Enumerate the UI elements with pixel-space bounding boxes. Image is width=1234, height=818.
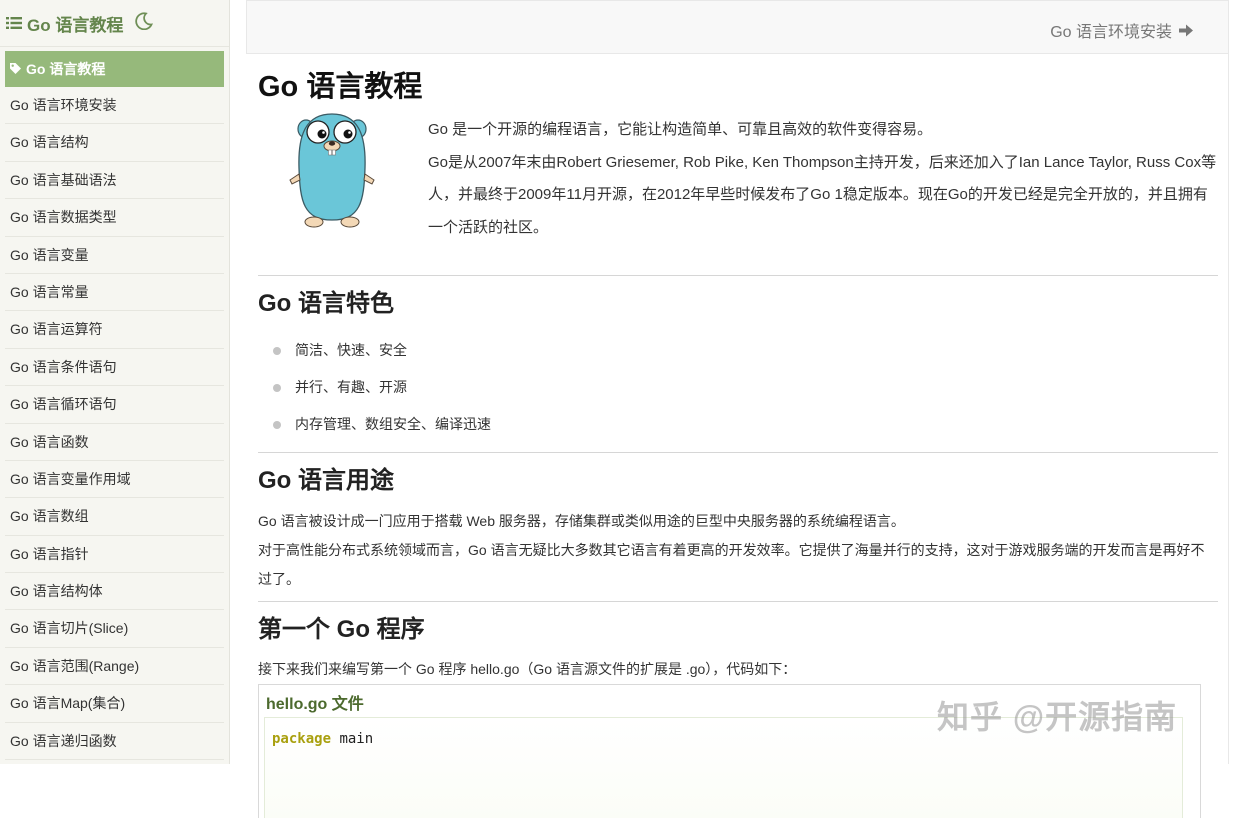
sidebar: Go 语言教程 Go 语言教程 Go 语言环境安装 Go 语言结构 Go 语言基… <box>0 0 230 764</box>
list-item: 并行、有趣、开源 <box>258 369 1218 406</box>
intro-paragraph: Go是从2007年末由Robert Griesemer, Rob Pike, K… <box>428 153 1217 236</box>
sidebar-item-label: Go 语言范围(Range) <box>10 657 140 674</box>
sidebar-item-basic-syntax[interactable]: Go 语言基础语法 <box>5 162 224 200</box>
divider <box>258 601 1218 602</box>
usage-paragraph: Go 语言被设计成一门应用于搭载 Web 服务器，存储集群或类似用途的巨型中央服… <box>258 513 905 529</box>
usage-paragraph: 对于高性能分布式系统领域而言，Go 语言无疑比大多数其它语言有着更高的开发效率。… <box>258 542 1205 587</box>
divider <box>258 275 1218 276</box>
bullet-icon <box>273 347 281 355</box>
divider <box>258 452 1218 453</box>
sidebar-item-label: Go 语言结构 <box>10 134 89 151</box>
sidebar-item-map[interactable]: Go 语言Map(集合) <box>5 685 224 723</box>
sidebar-item-slices[interactable]: Go 语言切片(Slice) <box>5 610 224 648</box>
intro-section: Go 是一个开源的编程语言，它能让构造简单、可靠且高效的软件变得容易。 Go是从… <box>258 104 1218 254</box>
sidebar-item-label: Go 语言循环语句 <box>10 396 117 413</box>
list-item: 内存管理、数组安全、编译迅速 <box>258 406 1218 443</box>
sidebar-item-label: Go 语言指针 <box>10 545 89 562</box>
arrow-right-icon <box>1179 24 1193 36</box>
sidebar-nav: Go 语言教程 Go 语言环境安装 Go 语言结构 Go 语言基础语法 Go 语… <box>0 51 229 761</box>
sidebar-item-constants[interactable]: Go 语言常量 <box>5 274 224 312</box>
bullet-icon <box>273 421 281 429</box>
feature-text: 内存管理、数组安全、编译迅速 <box>295 416 491 432</box>
sidebar-item-label: Go 语言函数 <box>10 433 89 450</box>
sidebar-item-label: Go 语言变量作用域 <box>10 470 131 487</box>
sidebar-item-label: Go 语言Map(集合) <box>10 695 126 712</box>
sidebar-item-label: Go 语言环境安装 <box>10 97 117 113</box>
code-text: main <box>331 731 374 747</box>
next-page-label: Go 语言环境安装 <box>1050 24 1172 41</box>
section-title-first-program: 第一个 Go 程序 <box>258 616 425 643</box>
top-bar: Go 语言环境安装 <box>246 0 1229 54</box>
page-title: Go 语言教程 <box>258 71 423 103</box>
sidebar-item-label: Go 语言数据类型 <box>10 209 117 226</box>
moon-icon[interactable] <box>135 12 154 30</box>
sidebar-item-label: Go 语言切片(Slice) <box>10 620 129 637</box>
feature-text: 简洁、快速、安全 <box>295 342 407 358</box>
sidebar-header: Go 语言教程 <box>0 0 229 47</box>
sidebar-item-label: Go 语言结构体 <box>10 583 103 600</box>
sidebar-item-label: Go 语言数组 <box>10 508 89 525</box>
sidebar-item-variables[interactable]: Go 语言变量 <box>5 237 224 274</box>
sidebar-item-operators[interactable]: Go 语言运算符 <box>5 311 224 349</box>
sidebar-item-label: Go 语言教程 <box>26 61 106 77</box>
sidebar-item-range[interactable]: Go 语言范围(Range) <box>5 648 224 686</box>
sidebar-item-label: Go 语言变量 <box>10 246 89 263</box>
sidebar-item-loops[interactable]: Go 语言循环语句 <box>5 386 224 424</box>
bullet-icon <box>273 384 281 392</box>
sidebar-item-label: Go 语言条件语句 <box>10 358 117 375</box>
sidebar-item-go-tutorial[interactable]: Go 语言教程 <box>5 51 224 87</box>
features-list: 简洁、快速、安全 并行、有趣、开源 内存管理、数组安全、编译迅速 <box>258 332 1218 443</box>
sidebar-item-arrays[interactable]: Go 语言数组 <box>5 498 224 536</box>
next-page-link[interactable]: Go 语言环境安装 <box>1050 18 1194 42</box>
content-border <box>1228 54 1229 764</box>
sidebar-item-label: Go 语言常量 <box>10 283 89 300</box>
sidebar-item-label: Go 语言递归函数 <box>10 732 117 749</box>
tag-icon <box>10 63 21 74</box>
main-content: Go 语言教程 Go 是一个开源的编程语言，它能让构造简单、可靠且高效的软件变得… <box>258 54 1218 818</box>
feature-text: 并行、有趣、开源 <box>295 379 407 395</box>
intro-paragraph: Go 是一个开源的编程语言，它能让构造简单、可靠且高效的软件变得容易。 <box>428 121 933 138</box>
section-title-usage: Go 语言用途 <box>258 467 394 494</box>
list-item: 简洁、快速、安全 <box>258 332 1218 369</box>
code-keyword: package <box>272 731 332 747</box>
section-title-features: Go 语言特色 <box>258 290 394 317</box>
sidebar-item-recursion[interactable]: Go 语言递归函数 <box>5 723 224 761</box>
sidebar-item-structure[interactable]: Go 语言结构 <box>5 124 224 162</box>
sidebar-item-environment[interactable]: Go 语言环境安装 <box>5 87 224 125</box>
sidebar-item-conditionals[interactable]: Go 语言条件语句 <box>5 349 224 387</box>
watermark-text: 知乎 @开源指南 <box>937 699 1178 735</box>
sidebar-item-label: Go 语言基础语法 <box>10 171 117 188</box>
gopher-mascot-image <box>289 113 375 228</box>
sidebar-item-data-types[interactable]: Go 语言数据类型 <box>5 199 224 237</box>
sidebar-item-structs[interactable]: Go 语言结构体 <box>5 573 224 611</box>
sidebar-item-scope[interactable]: Go 语言变量作用域 <box>5 461 224 499</box>
usage-section: Go 语言被设计成一门应用于搭载 Web 服务器，存储集群或类似用途的巨型中央服… <box>258 507 1218 594</box>
sidebar-item-label: Go 语言运算符 <box>10 321 103 338</box>
sidebar-item-functions[interactable]: Go 语言函数 <box>5 424 224 461</box>
sidebar-item-pointers[interactable]: Go 语言指针 <box>5 536 224 574</box>
intro-text: Go 是一个开源的编程语言，它能让构造简单、可靠且高效的软件变得容易。 Go是从… <box>428 114 1218 244</box>
first-program-description: 接下来我们来编写第一个 Go 程序 hello.go（Go 语言源文件的扩展是 … <box>258 661 797 677</box>
sidebar-title: Go 语言教程 <box>27 15 124 35</box>
list-icon <box>6 17 22 29</box>
